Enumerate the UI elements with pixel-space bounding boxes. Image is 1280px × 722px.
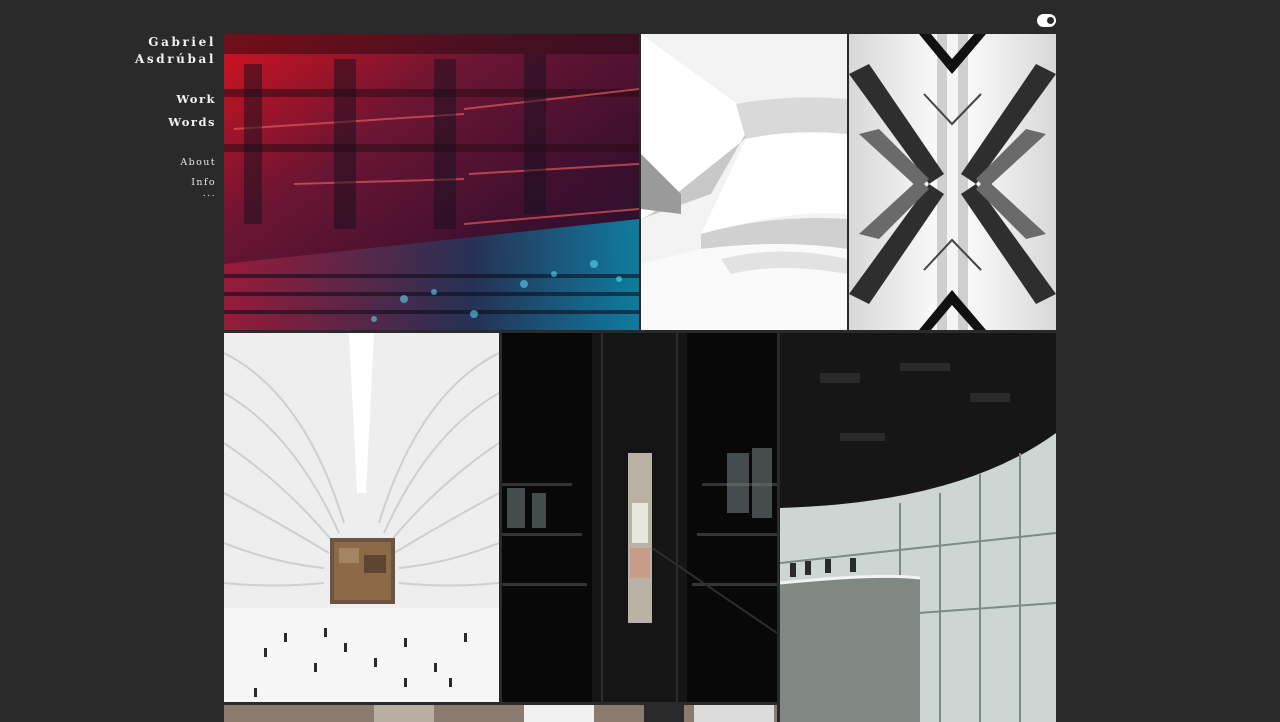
page: Gabriel Asdrúbal Work Words About Info .… xyxy=(0,0,1280,722)
theme-toggle[interactable] xyxy=(1037,14,1056,27)
gallery-photo-partial[interactable] xyxy=(224,705,777,722)
curved-interior-photo-image xyxy=(780,333,1056,722)
partial-photo-image xyxy=(224,705,777,722)
sidebar: Gabriel Asdrúbal Work Words About Info .… xyxy=(120,34,216,198)
gallery-photo-curved-interior[interactable] xyxy=(780,333,1056,722)
main-nav: Work Words xyxy=(120,88,216,134)
steel-structure-photo-image xyxy=(849,34,1056,330)
toggle-icon xyxy=(1047,17,1054,24)
white-hall-photo-image xyxy=(224,333,499,702)
nav-link-words[interactable]: Words xyxy=(120,111,216,134)
gallery-photo-steel-structure[interactable] xyxy=(849,34,1056,330)
secondary-nav: About Info ... xyxy=(120,153,216,198)
gallery-photo-theater[interactable] xyxy=(224,34,639,330)
nav-link-about[interactable]: About xyxy=(120,153,216,173)
theater-photo-image xyxy=(224,34,639,330)
gallery-photo-dark-atrium[interactable] xyxy=(502,333,777,702)
gallery-photo-museum-curves[interactable] xyxy=(641,34,847,330)
museum-curves-photo-image xyxy=(641,34,847,330)
gallery-photo-white-hall[interactable] xyxy=(224,333,499,702)
nav-link-work[interactable]: Work xyxy=(120,88,216,111)
site-name[interactable]: Gabriel Asdrúbal xyxy=(120,34,216,68)
dark-atrium-photo-image xyxy=(502,333,777,702)
